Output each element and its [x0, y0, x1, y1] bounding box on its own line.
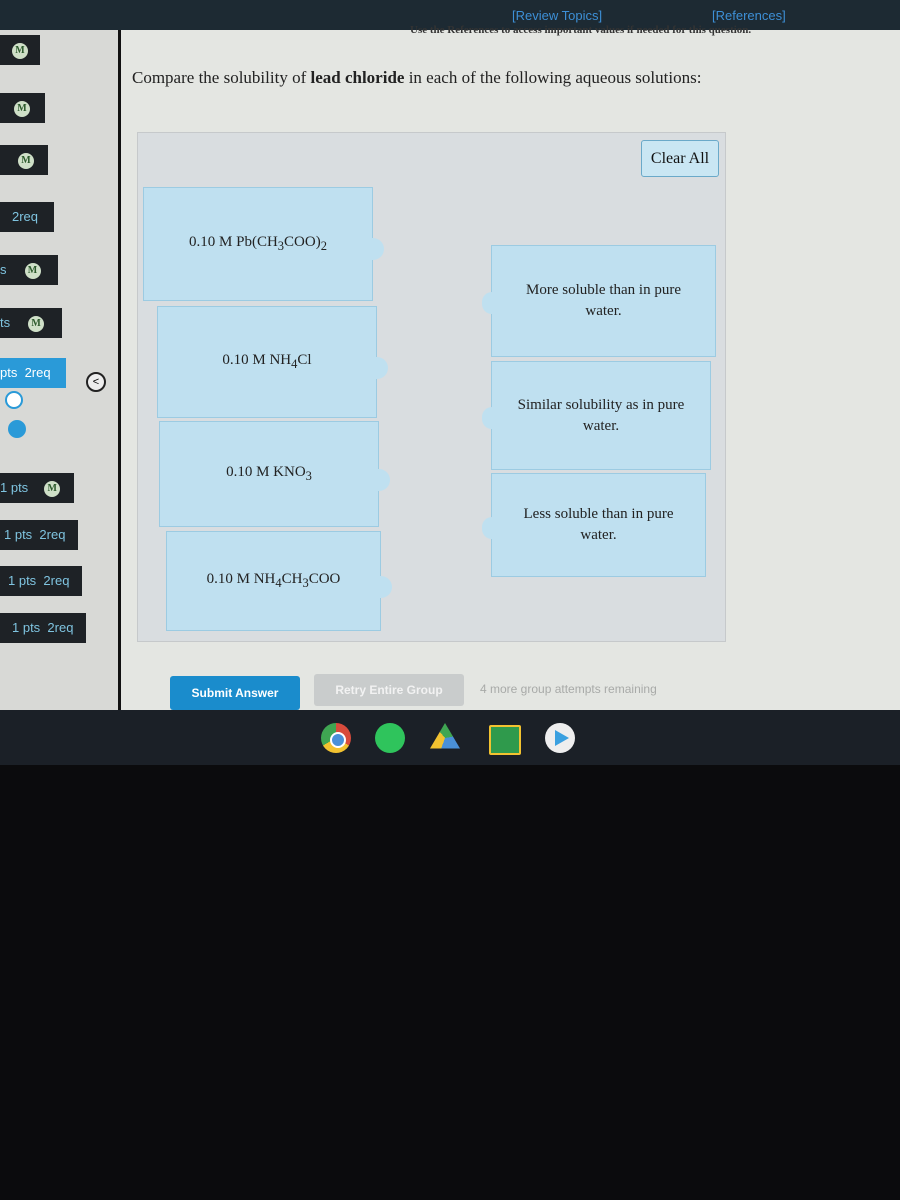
target-label: Less soluble than in pure water. — [523, 506, 674, 543]
drop-target-similar-solubility[interactable]: Similar solubility as in pure water. — [482, 361, 711, 470]
attempts-remaining: 4 more group attempts remaining — [480, 682, 657, 696]
sidebar-item[interactable]: sM — [0, 255, 58, 285]
sidebar-divider — [118, 30, 121, 715]
chrome-icon[interactable] — [321, 723, 351, 753]
sidebar-item[interactable]: M — [0, 35, 40, 65]
sidebar-item[interactable]: M — [0, 145, 48, 175]
mastery-badge-icon: M — [28, 315, 45, 332]
sidebar-item-label: ts — [0, 315, 11, 330]
sidebar-item[interactable]: 1 pts 2req — [0, 613, 86, 643]
drop-target-less-soluble[interactable]: Less soluble than in pure water. — [482, 473, 706, 577]
mastery-badge-icon: M — [18, 152, 34, 169]
solution-label: 0.10 M KNO3 — [226, 464, 312, 483]
drag-item-nh4-acetate[interactable]: 0.10 M NH4CH3COO — [166, 531, 392, 631]
mastery-badge-icon: M — [14, 100, 30, 117]
sidebar-item[interactable]: 2req — [0, 202, 54, 232]
mastery-badge-icon: M — [44, 480, 61, 497]
question-suffix: in each of the following aqueous solutio… — [404, 68, 702, 87]
spotify-icon[interactable] — [375, 723, 405, 753]
sidebar-item[interactable]: ts M — [0, 308, 62, 338]
sidebar-item-label: 1 pts 2req — [8, 573, 70, 588]
submit-answer-button[interactable]: Submit Answer — [170, 676, 300, 710]
target-label: More soluble than in pure water. — [526, 282, 681, 319]
mastery-badge-icon: M — [24, 262, 41, 279]
classroom-icon[interactable] — [489, 725, 521, 755]
references-hint: Use the References to access important v… — [410, 24, 752, 36]
question-compound: lead chloride — [310, 68, 405, 87]
sidebar-item-label: 1 pts — [0, 480, 29, 495]
sidebar-item[interactable]: M — [0, 93, 45, 123]
sidebar-item-label: 1 pts 2req — [12, 620, 74, 635]
retry-entire-group-button[interactable]: Retry Entire Group — [314, 674, 464, 706]
sidebar-item-label: pts 2req — [0, 365, 51, 380]
sidebar-item-current[interactable]: pts 2req — [0, 358, 66, 388]
drag-item-pb-acetate[interactable]: 0.10 M Pb(CH3COO)2 — [143, 187, 384, 301]
sidebar-item[interactable]: 1 pts 2req — [0, 566, 82, 596]
play-store-icon[interactable] — [545, 723, 575, 753]
solution-label: 0.10 M NH4CH3COO — [206, 571, 341, 590]
clear-all-button[interactable]: Clear All — [641, 140, 719, 177]
drop-target-more-soluble[interactable]: More soluble than in pure water. — [482, 245, 716, 357]
references-link[interactable]: [References] — [712, 8, 786, 23]
sidebar-item-label: s — [0, 262, 7, 277]
question-prefix: Compare the solubility of — [132, 68, 311, 87]
question-text: Compare the solubility of lead chloride … — [132, 68, 701, 88]
sidebar-item-label: 2req — [12, 209, 39, 224]
drag-item-nh4cl[interactable]: 0.10 M NH4Cl — [157, 306, 388, 418]
sidebar-item[interactable]: 1 pts M — [0, 473, 74, 503]
collapse-sidebar-button[interactable]: < — [86, 372, 106, 392]
sidebar-item[interactable]: 1 pts 2req — [0, 520, 78, 550]
mastery-badge-icon: M — [12, 42, 28, 59]
solution-label: 0.10 M NH4Cl — [222, 352, 312, 371]
drag-item-kno3[interactable]: 0.10 M KNO3 — [159, 421, 390, 527]
question-part-radio[interactable] — [8, 420, 26, 438]
question-part-radio[interactable] — [5, 391, 23, 409]
review-topics-link[interactable]: [Review Topics] — [512, 8, 602, 23]
solution-label: 0.10 M Pb(CH3COO)2 — [189, 234, 327, 253]
sidebar-item-label: 1 pts 2req — [4, 527, 66, 542]
target-label: Similar solubility as in pure water. — [517, 396, 685, 434]
